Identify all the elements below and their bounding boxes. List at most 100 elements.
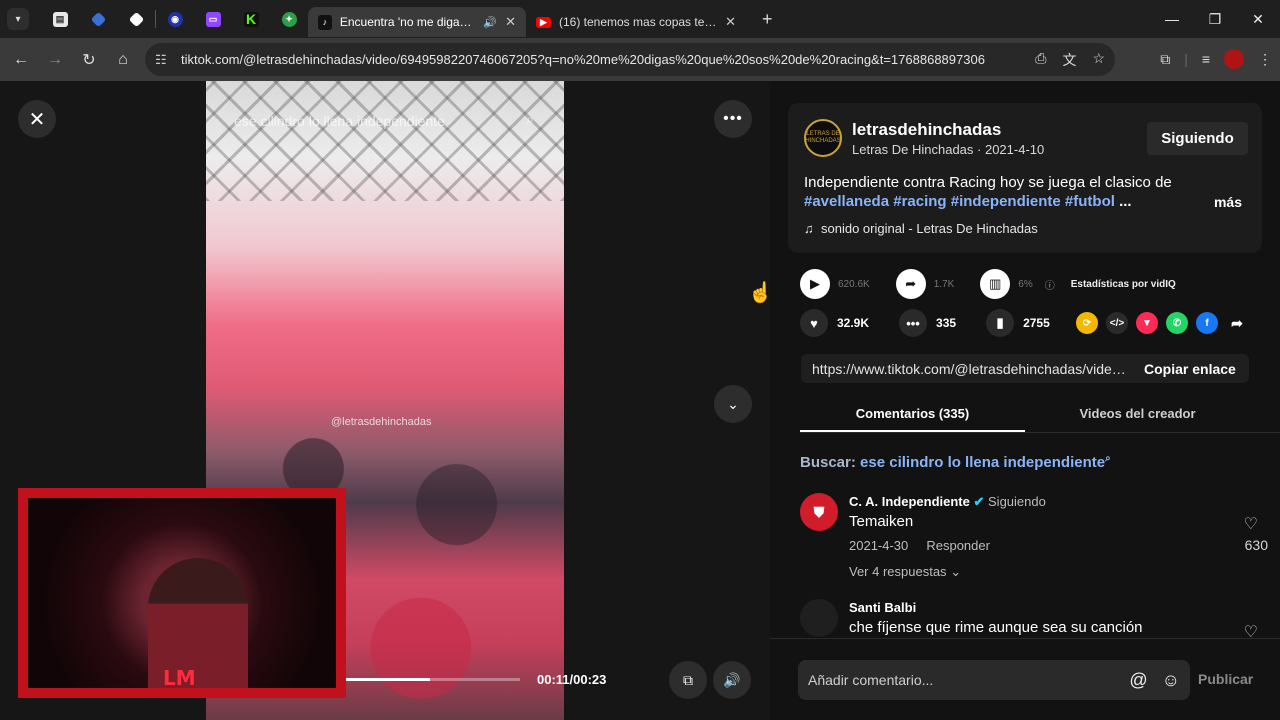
copy-link-button[interactable]: Copiar enlace bbox=[1144, 361, 1236, 377]
sound-name[interactable]: sonido original - Letras De Hinchadas bbox=[821, 221, 1038, 236]
docs-icon: ▤ bbox=[52, 11, 68, 27]
tab-youtube[interactable]: ▶ (16) tenemos mas copas tenem ✕ bbox=[526, 7, 746, 37]
next-video-button[interactable]: ⌄ bbox=[714, 385, 752, 423]
more-button[interactable]: más bbox=[1214, 194, 1242, 210]
hashtag-links[interactable]: #avellaneda #racing #independiente #futb… bbox=[804, 193, 1115, 210]
pinned-tab-globe[interactable]: ✦ bbox=[270, 4, 308, 34]
twitch-icon: ▭ bbox=[205, 11, 221, 27]
pinned-tab-kick[interactable]: K bbox=[232, 4, 270, 34]
new-tab-button[interactable]: + bbox=[762, 9, 773, 30]
reply-button[interactable]: Responder bbox=[926, 538, 990, 553]
pinned-tab-blue[interactable]: ◉ bbox=[156, 4, 194, 34]
tab-creator-videos[interactable]: Videos del creador bbox=[1025, 398, 1250, 432]
add-comment-input[interactable]: Añadir comentario... @ ☺ bbox=[798, 660, 1190, 700]
video-search-hint[interactable]: ese cilindro lo llena independiente bbox=[234, 113, 445, 129]
vidiq-stats-row: ▶ 620.6K ➦ 1.7K ▥ 6% ⓘ Estadísticas por … bbox=[800, 269, 1176, 299]
video-progress-bar[interactable] bbox=[346, 678, 520, 681]
extensions-icon[interactable]: ⧉ bbox=[1160, 51, 1170, 68]
close-tab-icon[interactable]: ✕ bbox=[725, 14, 736, 30]
commenter-avatar[interactable] bbox=[800, 599, 838, 637]
percent-stat: 6% bbox=[1018, 278, 1033, 290]
shares-stat: 1.7K bbox=[933, 278, 955, 290]
send-to-friends-icon[interactable]: ▼ bbox=[1136, 312, 1158, 334]
commenter-name-text[interactable]: C. A. Independiente bbox=[849, 494, 970, 509]
reload-button[interactable]: ↻ bbox=[72, 43, 106, 77]
following-button[interactable]: Siguiendo bbox=[1147, 122, 1248, 155]
install-app-icon[interactable]: ⎙ bbox=[1035, 50, 1046, 70]
blue-logo-icon: ◉ bbox=[167, 11, 183, 27]
close-tab-icon[interactable]: ✕ bbox=[505, 14, 516, 30]
pinned-tab-docs[interactable]: ▤ bbox=[41, 4, 79, 34]
back-button[interactable]: ← bbox=[4, 43, 38, 77]
url-text[interactable]: tiktok.com/@letrasdehinchadas/video/6949… bbox=[181, 52, 1001, 67]
share-link-url[interactable]: https://www.tiktok.com/@letrasdehinchada… bbox=[812, 361, 1130, 377]
volume-button[interactable]: 🔊 bbox=[713, 661, 751, 699]
webcam-feed: LM bbox=[28, 498, 336, 688]
sound-row[interactable]: ♫ sonido original - Letras De Hinchadas bbox=[804, 221, 1038, 236]
tab-tiktok[interactable]: ♪ Encuentra 'no me digas que 🔊 ✕ bbox=[308, 7, 526, 37]
save-button[interactable]: ▮ 2755 bbox=[986, 309, 1050, 337]
pip-button[interactable]: ⧉ bbox=[669, 661, 707, 699]
comment-composer: Añadir comentario... @ ☺ Publicar bbox=[770, 638, 1280, 720]
view-replies-text[interactable]: Ver 4 respuestas bbox=[849, 564, 947, 579]
site-info-icon[interactable]: ☷ bbox=[155, 52, 181, 68]
emoji-icon[interactable]: ☺ bbox=[1162, 670, 1180, 691]
comment-like-icon[interactable]: ♡ bbox=[1244, 514, 1258, 534]
tab-title: Encuentra 'no me digas que bbox=[339, 15, 478, 29]
tab-search-button[interactable]: ▾ bbox=[7, 8, 29, 30]
minimize-button[interactable]: — bbox=[1149, 0, 1195, 38]
comment-button[interactable]: ••• 335 bbox=[899, 309, 956, 337]
tab-comments[interactable]: Comentarios (335) bbox=[800, 398, 1025, 432]
publish-button[interactable]: Publicar bbox=[1198, 671, 1253, 687]
repost-icon[interactable]: ⟳ bbox=[1076, 312, 1098, 334]
forward-button[interactable]: → bbox=[38, 43, 72, 77]
audio-playing-icon[interactable]: 🔊 bbox=[483, 16, 497, 29]
like-button[interactable]: ♥ 32.9K bbox=[800, 309, 869, 337]
search-label: Buscar: bbox=[800, 454, 856, 471]
author-username[interactable]: letrasdehinchadas bbox=[852, 120, 1001, 140]
view-replies-button[interactable]: Ver 4 respuestas ⌄ bbox=[849, 564, 961, 580]
webcam-logo: LM bbox=[163, 666, 196, 688]
translate-icon[interactable]: 文 bbox=[1062, 50, 1076, 70]
bar-chart-icon: ▥ bbox=[980, 269, 1011, 299]
author-subline: Letras De Hinchadas · 2021-4-10 bbox=[852, 142, 1045, 157]
window-close-button[interactable]: ✕ bbox=[1235, 0, 1280, 38]
pinned-tab-twitch[interactable]: ▭ bbox=[194, 4, 232, 34]
profile-avatar[interactable] bbox=[1224, 49, 1244, 69]
search-term[interactable]: ese cilindro lo llena independiente bbox=[860, 454, 1105, 471]
youtube-icon: ▶ bbox=[536, 16, 551, 28]
embed-code-icon[interactable]: </> bbox=[1106, 312, 1128, 334]
details-panel: LETRAS DE HINCHADAS letrasdehinchadas Le… bbox=[770, 81, 1280, 720]
facebook-icon[interactable]: f bbox=[1196, 312, 1218, 334]
restore-button[interactable]: ❐ bbox=[1192, 0, 1238, 38]
author-avatar[interactable]: LETRAS DE HINCHADAS bbox=[804, 119, 842, 157]
mention-icon[interactable]: @ bbox=[1129, 670, 1147, 691]
browser-toolbar: ← → ↻ ⌂ ☷ tiktok.com/@letrasdehinchadas/… bbox=[0, 38, 1280, 81]
save-count: 2755 bbox=[1023, 316, 1050, 330]
address-bar[interactable]: ☷ tiktok.com/@letrasdehinchadas/video/69… bbox=[145, 43, 1115, 76]
pinned-tab-diamond[interactable] bbox=[79, 4, 117, 34]
more-options-button[interactable]: ••• bbox=[714, 100, 752, 138]
comment-meta: 2021-4-30 Responder bbox=[849, 538, 990, 553]
stadium-roof bbox=[206, 81, 564, 201]
author-display-name[interactable]: Letras De Hinchadas bbox=[852, 142, 973, 157]
info-icon[interactable]: ⓘ bbox=[1045, 277, 1055, 292]
share-more-icon[interactable]: ➦ bbox=[1226, 312, 1248, 334]
music-note-icon: ♫ bbox=[804, 221, 814, 236]
pinned-tab-game[interactable] bbox=[117, 4, 155, 34]
bookmark-star-icon[interactable]: ☆ bbox=[1092, 50, 1105, 70]
comment-date: 2021-4-30 bbox=[849, 538, 909, 553]
close-video-button[interactable]: ✕ bbox=[18, 100, 56, 138]
globe-icon: ✦ bbox=[281, 11, 297, 27]
related-search[interactable]: Buscar: ese cilindro lo llena independie… bbox=[800, 453, 1111, 471]
whatsapp-icon[interactable]: ✆ bbox=[1166, 312, 1188, 334]
tiktok-page: ese cilindro lo llena independiente ⌕ @ l… bbox=[0, 81, 1280, 720]
media-control-icon[interactable]: ≡ bbox=[1202, 51, 1210, 67]
home-button[interactable]: ⌂ bbox=[106, 43, 140, 77]
vidiq-label[interactable]: Estadísticas por vidIQ bbox=[1071, 279, 1176, 290]
commenter-name[interactable]: C. A. Independiente ✔ Siguiendo bbox=[849, 494, 1046, 510]
club-crest-avatar[interactable]: ⛊ bbox=[800, 493, 838, 531]
menu-kebab-icon[interactable]: ⋮ bbox=[1258, 51, 1272, 68]
search-icon[interactable]: ⌕ bbox=[526, 111, 534, 128]
commenter-name[interactable]: Santi Balbi bbox=[849, 600, 916, 615]
